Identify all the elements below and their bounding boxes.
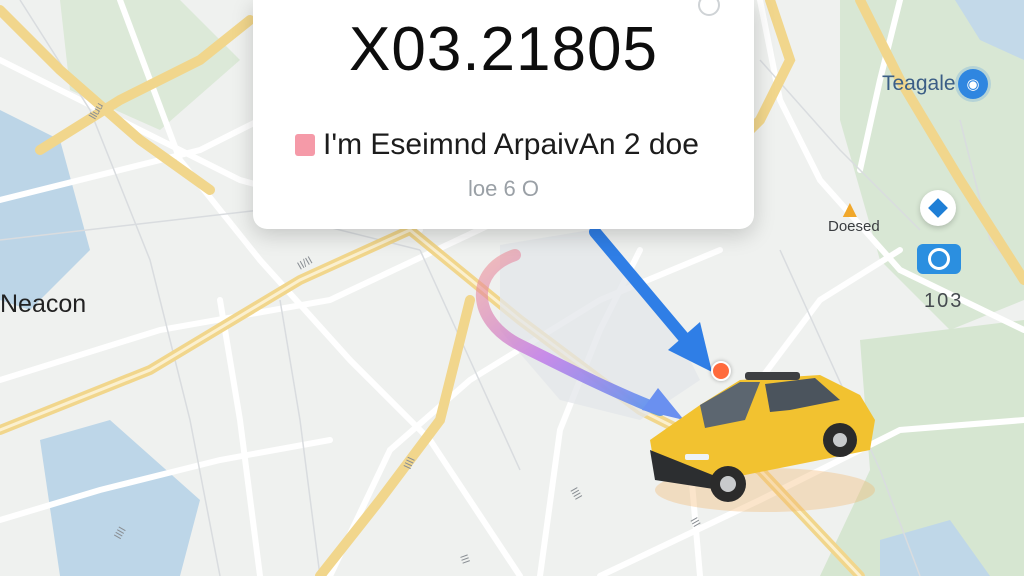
map-label-left: Neacon xyxy=(0,290,87,318)
camera-icon[interactable] xyxy=(917,244,961,274)
trip-info-card[interactable]: X03.21805 I'm Eseimnd ArpaivAn 2 doe loe… xyxy=(253,0,754,229)
directions-icon[interactable] xyxy=(920,190,956,226)
map-label-number: 103 xyxy=(924,290,964,312)
trip-status: I'm Eseimnd ArpaivAn 2 doe xyxy=(295,128,699,162)
trip-status-text: I'm Eseimnd ArpaivAn 2 doe xyxy=(323,128,699,161)
destination-pin-icon[interactable] xyxy=(711,361,731,381)
map-label-poi: Doesed xyxy=(828,218,880,235)
location-pin-icon[interactable]: ◉ xyxy=(958,69,988,99)
trip-eta: loe 6 O xyxy=(468,176,539,201)
trip-code: X03.21805 xyxy=(349,15,658,84)
map-label-top-right: Teagale xyxy=(882,72,956,95)
status-chip-icon xyxy=(295,134,315,156)
